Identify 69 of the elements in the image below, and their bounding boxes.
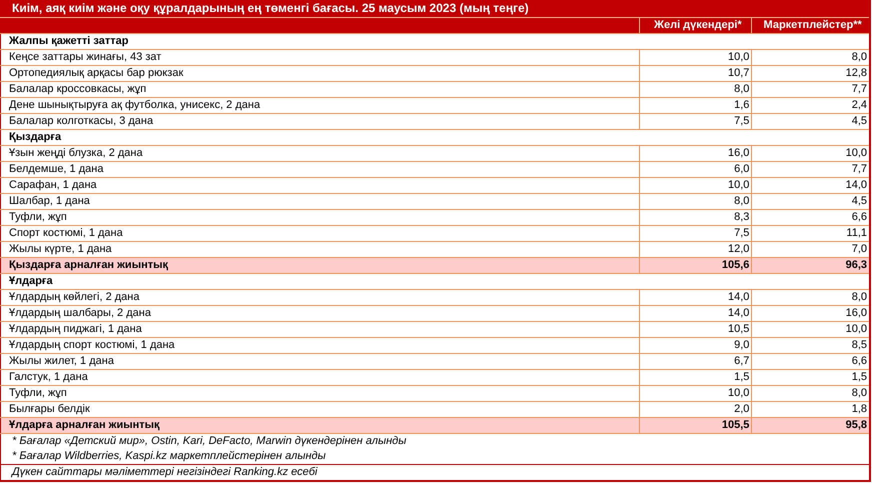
table-cell: 7,5 xyxy=(640,114,752,130)
table-cell: 4,5 xyxy=(752,194,870,210)
table-cell: 10,0 xyxy=(752,322,870,338)
table-cell: 10,5 xyxy=(640,322,752,338)
table-cell: 10,0 xyxy=(640,386,752,402)
row-label: Спорт костюмі, 1 дана xyxy=(0,226,640,242)
row-label: Кеңсе заттары жинағы, 43 зат xyxy=(0,50,640,66)
row-label: Ұлдардың спорт костюмі, 1 дана xyxy=(0,338,640,354)
column-header: Маркетплейстер** xyxy=(752,18,870,34)
row-label: Ұлдардың пиджагі, 1 дана xyxy=(0,322,640,338)
row-label: Шалбар, 1 дана xyxy=(0,194,640,210)
row-label: Балалар кроссовкасы, жұп xyxy=(0,82,640,98)
table-cell: 1,5 xyxy=(752,370,870,386)
table-cell: 7,7 xyxy=(752,162,870,178)
section-heading: Ұлдарға xyxy=(0,274,870,290)
row-label: Ұлдардың көйлегі, 2 дана xyxy=(0,290,640,306)
table-cell: 9,0 xyxy=(640,338,752,354)
table-cell: 8,0 xyxy=(752,50,870,66)
footnote: * Бағалар Wildberries, Kaspi.kz маркетплейстерінен алынды xyxy=(0,449,870,464)
table-cell: 6,7 xyxy=(640,354,752,370)
table-title: Киім, аяқ киім және оқу құралдарының ең төменгі бағасы. 25 маусым 2023 (мың теңге) xyxy=(0,0,870,18)
table-cell: 14,0 xyxy=(640,306,752,322)
table-cell: 10,0 xyxy=(752,146,870,162)
table-cell: 6,6 xyxy=(752,210,870,226)
row-label: Ұзын жеңді блузка, 2 дана xyxy=(0,146,640,162)
table-cell: 8,0 xyxy=(640,194,752,210)
table-cell: 8,0 xyxy=(640,82,752,98)
total-value: 96,3 xyxy=(752,258,870,274)
table-cell: 8,3 xyxy=(640,210,752,226)
table-cell: 1,6 xyxy=(640,98,752,114)
table-cell: 2,4 xyxy=(752,98,870,114)
total-label: Қыздарға арналған жиынтық xyxy=(0,258,640,274)
table-cell: 16,0 xyxy=(752,306,870,322)
table-cell: 14,0 xyxy=(752,178,870,194)
table-cell: 8,0 xyxy=(752,386,870,402)
table-cell: 6,6 xyxy=(752,354,870,370)
total-value: 105,6 xyxy=(640,258,752,274)
row-label: Галстук, 1 дана xyxy=(0,370,640,386)
column-header: Желі дүкендері* xyxy=(640,18,752,34)
table-cell: 7,7 xyxy=(752,82,870,98)
row-label: Балалар колготкасы, 3 дана xyxy=(0,114,640,130)
row-label: Жылы жилет, 1 дана xyxy=(0,354,640,370)
table-cell: 16,0 xyxy=(640,146,752,162)
table-cell: 7,5 xyxy=(640,226,752,242)
section-heading: Жалпы қажетті заттар xyxy=(0,34,870,50)
table-cell: 8,5 xyxy=(752,338,870,354)
total-value: 95,8 xyxy=(752,418,870,434)
footnote: * Бағалар «Детский мир», Ostin, Kari, DeFacto, Marwin дүкендерінен алынды xyxy=(0,434,870,449)
table-cell: 6,0 xyxy=(640,162,752,178)
table-cell: 4,5 xyxy=(752,114,870,130)
total-label: Ұлдарға арналған жиынтық xyxy=(0,418,640,434)
table-cell: 8,0 xyxy=(752,290,870,306)
table-cell: 10,0 xyxy=(640,178,752,194)
row-label: Белдемше, 1 дана xyxy=(0,162,640,178)
table-cell: 11,1 xyxy=(752,226,870,242)
table-cell: 10,0 xyxy=(640,50,752,66)
source-note: Дүкен сайттары мәліметтері негізіндегі Ranking.kz есебі xyxy=(0,464,870,481)
total-value: 105,5 xyxy=(640,418,752,434)
table-cell: 1,5 xyxy=(640,370,752,386)
row-label: Туфли, жұп xyxy=(0,386,640,402)
table-cell: 14,0 xyxy=(640,290,752,306)
row-label: Туфли, жұп xyxy=(0,210,640,226)
row-label: Ұлдардың шалбары, 2 дана xyxy=(0,306,640,322)
section-heading: Қыздарға xyxy=(0,130,870,146)
table-cell: 12,8 xyxy=(752,66,870,82)
table-cell: 10,7 xyxy=(640,66,752,82)
row-label: Ортопедиялық арқасы бар рюкзак xyxy=(0,66,640,82)
row-label: Сарафан, 1 дана xyxy=(0,178,640,194)
row-label: Дене шынықтыруға ақ футболка, унисекс, 2 дана xyxy=(0,98,640,114)
